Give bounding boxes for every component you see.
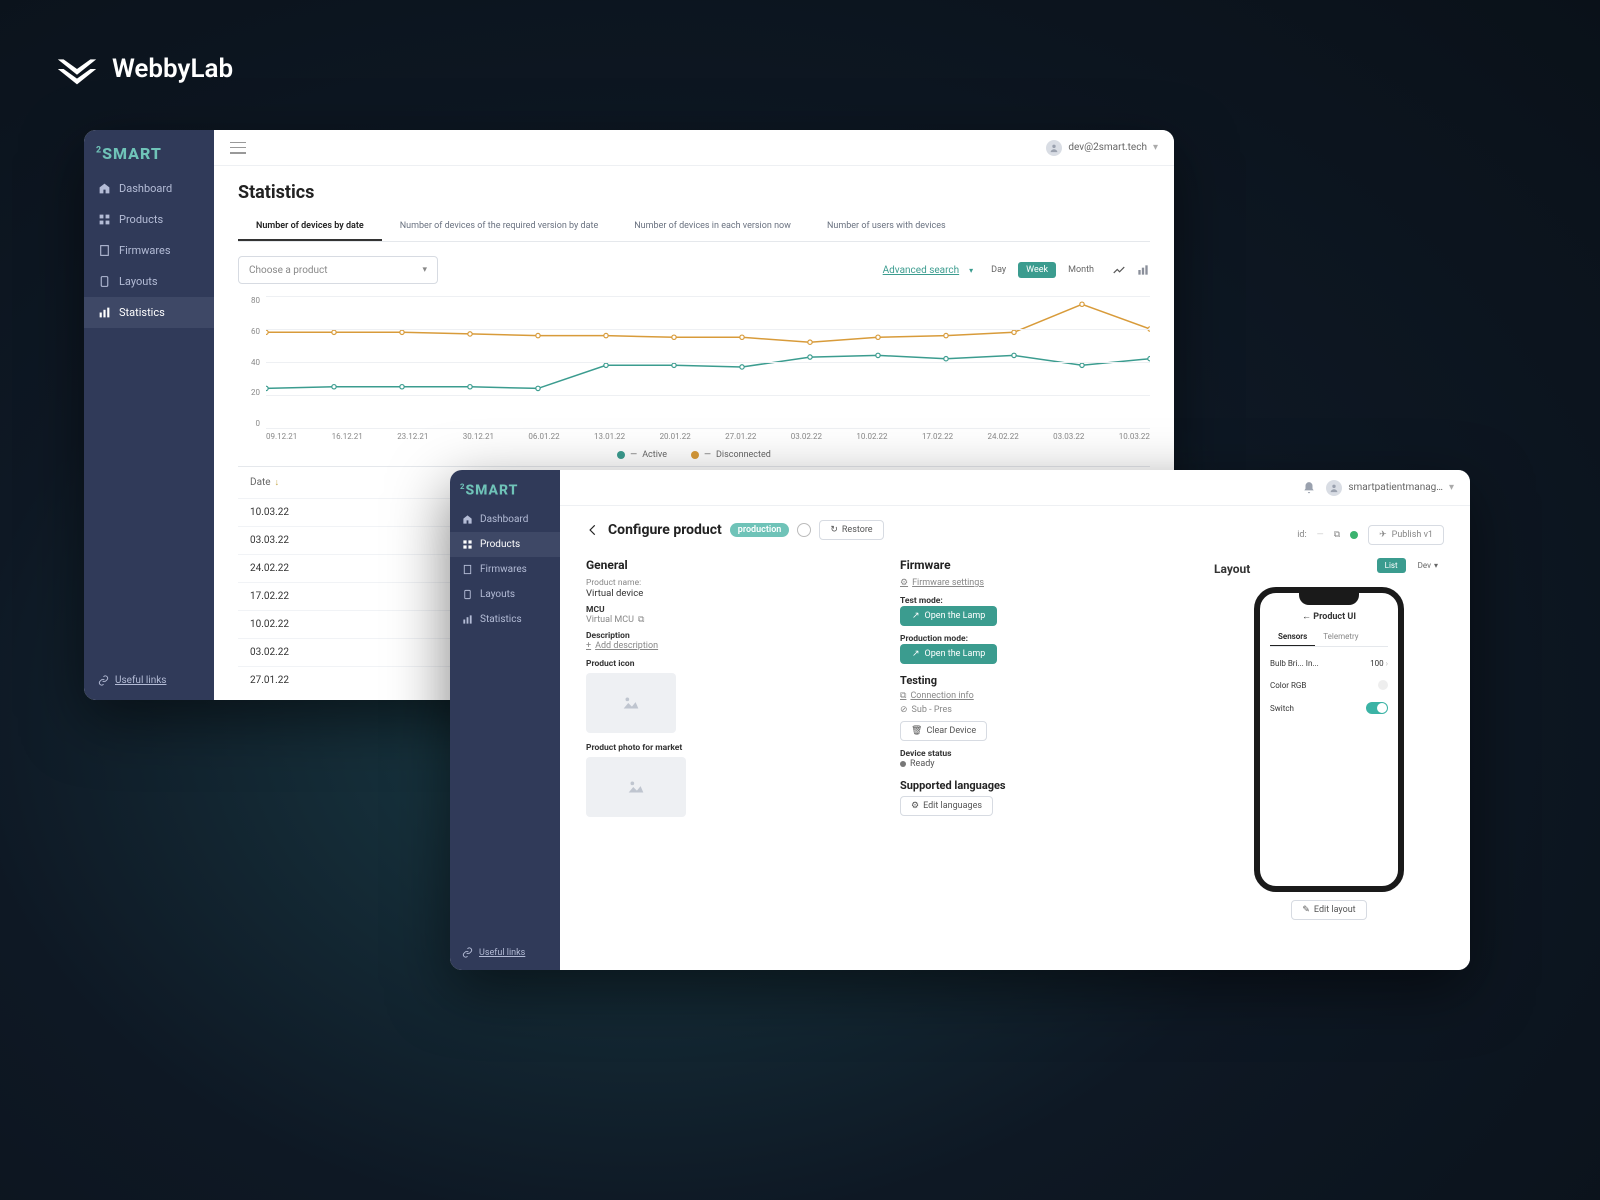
layout-dev-button[interactable]: Dev ▾ <box>1412 558 1444 573</box>
sidebar-item-label: Products <box>119 213 163 226</box>
add-description-link[interactable]: + Add description <box>586 641 876 651</box>
configure-title: Configure product <box>608 522 722 538</box>
chart-legend: —Active —Disconnected <box>238 450 1150 460</box>
switch-toggle[interactable] <box>1366 702 1388 714</box>
product-icon-upload[interactable] <box>586 673 676 733</box>
languages-heading: Supported languages <box>900 779 1190 792</box>
line-chart-icon[interactable] <box>1112 263 1126 277</box>
edit-layout-button[interactable]: ✎ Edit layout <box>1291 900 1366 920</box>
webbylab-logo-icon <box>54 46 100 92</box>
sidebar-item-firmwares[interactable]: Firmwares <box>450 557 560 582</box>
sidebar-item-label: Dashboard <box>119 182 172 195</box>
phone-tab-sensors[interactable]: Sensors <box>1270 628 1315 646</box>
period-month[interactable]: Month <box>1060 262 1102 278</box>
avatar-icon <box>1046 140 1062 156</box>
sidebar-item-statistics[interactable]: Statistics <box>450 607 560 632</box>
phone-row[interactable]: Switch <box>1270 696 1388 720</box>
sidebar-item-products[interactable]: Products <box>84 204 214 235</box>
bar-chart-icon[interactable] <box>1136 263 1150 277</box>
user-email: smartpatientmanag… <box>1348 482 1443 493</box>
avatar-icon <box>1326 480 1342 496</box>
layout-column: Layout List Dev ▾ ← Product UI Sensors <box>1214 558 1444 956</box>
back-icon[interactable] <box>586 523 600 537</box>
topbar: dev@2smart.tech ▾ <box>214 130 1174 166</box>
product-name-value: Virtual device <box>586 588 876 599</box>
period-week[interactable]: Week <box>1018 262 1056 278</box>
app-logo: 2SMART <box>84 130 214 173</box>
product-photo-upload[interactable] <box>586 757 686 817</box>
page-title: Statistics <box>238 182 1150 203</box>
publish-button[interactable]: ✈ Publish v1 <box>1368 525 1444 545</box>
product-select[interactable]: Choose a product <box>238 256 438 284</box>
status-dot-icon <box>1350 531 1358 539</box>
sidebar-item-label: Firmwares <box>119 244 171 257</box>
edit-languages-button[interactable]: ⚙ Edit languages <box>900 796 993 816</box>
webbylab-brand: WebbyLab <box>54 46 233 92</box>
period-toggle: Day Week Month <box>983 262 1102 278</box>
useful-links[interactable]: Useful links <box>462 947 525 958</box>
user-menu[interactable]: dev@2smart.tech ▾ <box>1046 140 1158 156</box>
sidebar-item-dashboard[interactable]: Dashboard <box>84 173 214 204</box>
sidebar-item-label: Layouts <box>119 275 158 288</box>
phone-title: ← Product UI <box>1270 611 1388 622</box>
user-menu[interactable]: smartpatientmanag… ▾ <box>1326 480 1454 496</box>
tab-users-with-devices[interactable]: Number of users with devices <box>809 213 964 241</box>
sidebar-item-firmwares[interactable]: Firmwares <box>84 235 214 266</box>
phone-preview: ← Product UI Sensors Telemetry Bulb Bri.… <box>1254 587 1404 892</box>
advanced-search-link[interactable]: Advanced search <box>883 265 960 276</box>
sub-pres-link[interactable]: ⊘ Sub - Pres <box>900 705 1190 715</box>
col-date[interactable]: Date <box>250 477 271 488</box>
layout-heading: Layout <box>1214 562 1250 576</box>
open-lamp-prod-button[interactable]: ↗ Open the Lamp <box>900 644 997 664</box>
bell-icon[interactable] <box>1302 481 1316 495</box>
testing-heading: Testing <box>900 674 1190 687</box>
layout-list-button[interactable]: List <box>1377 558 1406 573</box>
sidebar-item-layouts[interactable]: Layouts <box>450 582 560 607</box>
configure-header: Configure product production ↻Restore <box>586 520 884 540</box>
sidebar: 2SMART Dashboard Products Firmwares Layo… <box>84 130 214 700</box>
general-column: General Product name: Virtual device MCU… <box>586 558 876 956</box>
firmware-column: Firmware ⚙ Firmware settings Test mode: … <box>900 558 1190 956</box>
sidebar-item-products[interactable]: Products <box>450 532 560 557</box>
period-day[interactable]: Day <box>983 262 1014 278</box>
restore-button[interactable]: ↻Restore <box>819 520 883 540</box>
useful-links[interactable]: Useful links <box>98 675 166 686</box>
configure-window: 2SMART Dashboard Products Firmwares Layo… <box>450 470 1470 970</box>
device-status-value: Ready <box>900 759 1190 769</box>
devices-chart: 806040200 09.12.2116.12.2123.12.2130.12.… <box>238 296 1150 446</box>
phone-row[interactable]: Color RGB <box>1270 674 1388 696</box>
firmware-heading: Firmware <box>900 558 1190 572</box>
phone-row[interactable]: Bulb Bri... In...100 › <box>1270 653 1388 674</box>
clear-device-button[interactable]: 🗑 Clear Device <box>900 721 987 741</box>
sidebar-item-statistics[interactable]: Statistics <box>84 297 214 328</box>
brand-name: WebbyLab <box>112 54 233 84</box>
stats-tabs: Number of devices by date Number of devi… <box>238 213 1150 242</box>
production-badge: production <box>730 523 790 537</box>
tab-devices-required-version[interactable]: Number of devices of the required versio… <box>382 213 617 241</box>
connection-info-link[interactable]: ⧉ Connection info <box>900 691 1190 701</box>
open-lamp-test-button[interactable]: ↗ Open the Lamp <box>900 606 997 626</box>
sidebar: 2SMART Dashboard Products Firmwares Layo… <box>450 470 560 970</box>
user-email: dev@2smart.tech <box>1068 142 1147 153</box>
status-chip <box>797 523 811 537</box>
sidebar-item-layouts[interactable]: Layouts <box>84 266 214 297</box>
mcu-value: Virtual MCU ⧉ <box>586 615 876 625</box>
sidebar-item-dashboard[interactable]: Dashboard <box>450 507 560 532</box>
topbar: smartpatientmanag… ▾ <box>560 470 1470 506</box>
tab-devices-by-date[interactable]: Number of devices by date <box>238 213 382 241</box>
phone-tab-telemetry[interactable]: Telemetry <box>1315 628 1366 646</box>
firmware-settings-link[interactable]: ⚙ Firmware settings <box>900 578 1190 588</box>
sidebar-item-label: Statistics <box>119 306 165 319</box>
tab-devices-each-version[interactable]: Number of devices in each version now <box>616 213 809 241</box>
app-logo: 2SMART <box>450 470 560 507</box>
general-heading: General <box>586 558 876 572</box>
menu-icon[interactable] <box>230 142 246 154</box>
id-label: id: <box>1297 530 1306 540</box>
